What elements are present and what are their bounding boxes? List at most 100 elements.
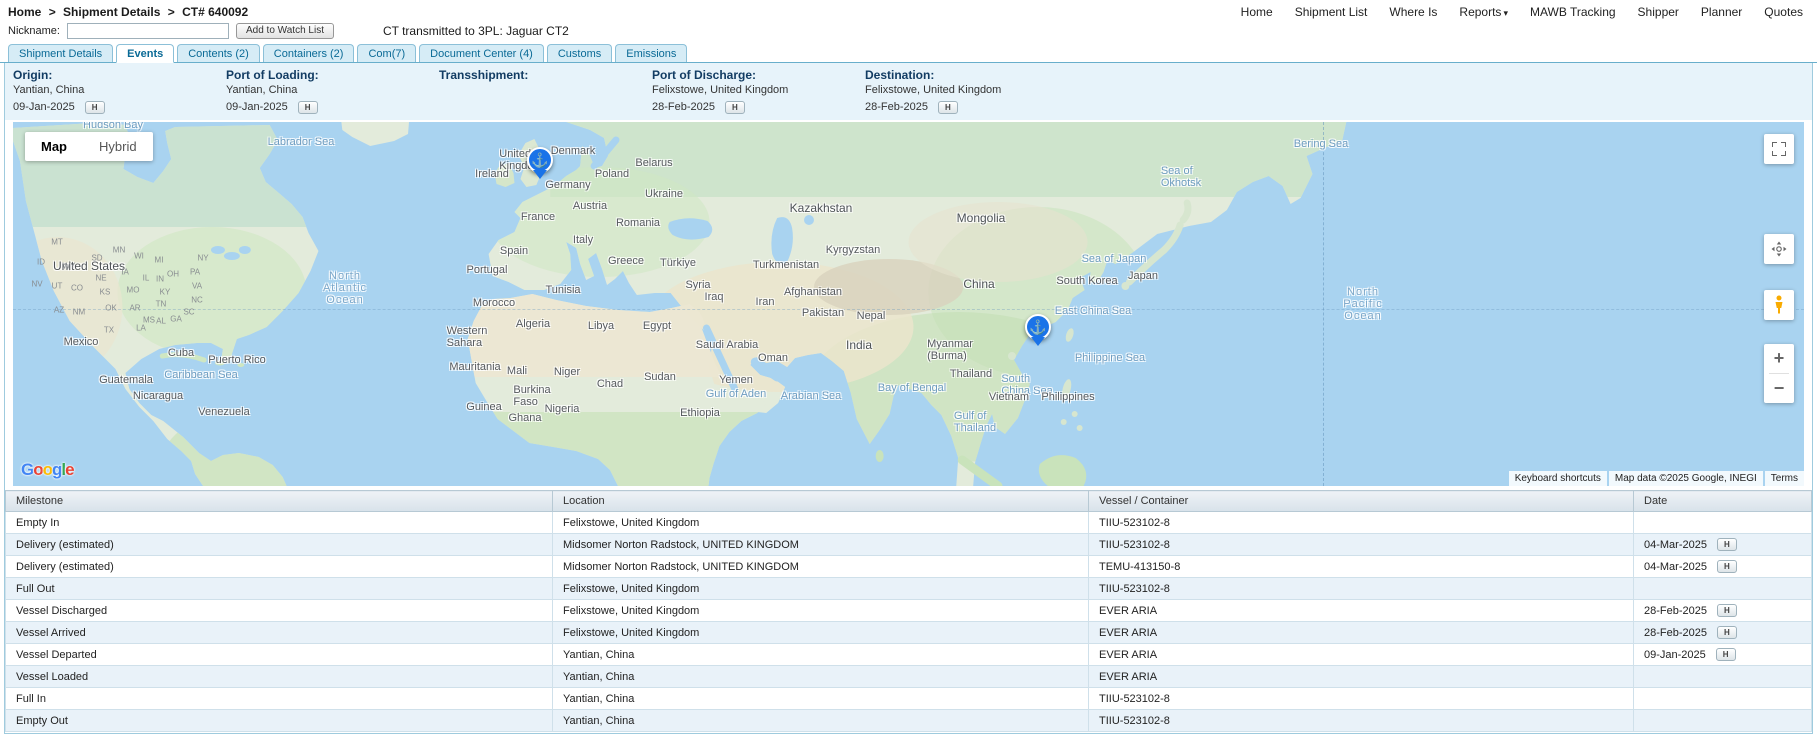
route-field-label: Destination: <box>865 68 1078 83</box>
toolbar: Nickname: Add to Watch List CT transmitt… <box>0 20 1817 41</box>
route-field-date: 28-Feb-2025 H <box>865 99 1078 116</box>
top-nav: Home Shipment List Where Is Reports▾ MAWB Tr… <box>1241 5 1803 19</box>
cell-location: Yantian, China <box>553 666 1089 688</box>
fullscreen-button[interactable] <box>1764 134 1794 164</box>
cell-date: 28-Feb-2025 H <box>1634 600 1812 622</box>
tab-emissions[interactable]: Emissions <box>615 44 687 62</box>
breadcrumb-separator: > <box>49 5 56 19</box>
nav-where-is[interactable]: Where Is <box>1389 5 1437 19</box>
route-date-value: 09-Jan-2025 <box>226 99 288 116</box>
nickname-label: Nickname: <box>8 25 60 37</box>
cell-vessel-container: TEMU-413150-8 <box>1089 556 1634 578</box>
map-type-map[interactable]: Map <box>25 132 83 161</box>
history-button[interactable]: H <box>1717 538 1737 551</box>
world-map-graphic <box>13 122 1804 486</box>
ct-transmitted-text: CT transmitted to 3PL: Jaguar CT2 <box>383 24 569 38</box>
keyboard-shortcuts-link[interactable]: Keyboard shortcuts <box>1509 471 1607 486</box>
cell-date <box>1634 512 1812 534</box>
street-view-pegman[interactable] <box>1764 290 1794 320</box>
pan-control[interactable] <box>1764 234 1794 264</box>
nickname-input[interactable] <box>67 23 229 39</box>
column-header-date: Date <box>1634 491 1812 512</box>
route-field-date: 09-Jan-2025H <box>13 99 226 116</box>
tab-contents-2[interactable]: Contents (2) <box>177 44 260 62</box>
map-canvas[interactable]: Hudson BayLabrador SeaBering SeaSea of O… <box>13 122 1804 486</box>
history-button[interactable]: H <box>725 101 745 114</box>
cell-date <box>1634 688 1812 710</box>
history-button[interactable]: H <box>85 101 105 114</box>
breadcrumb-home[interactable]: Home <box>8 5 41 19</box>
map-graticule-line <box>1323 122 1324 486</box>
table-row: Vessel DepartedYantian, ChinaEVER ARIA09… <box>6 644 1812 666</box>
breadcrumb-shipment-details[interactable]: Shipment Details <box>63 5 160 19</box>
dropdown-caret-icon: ▾ <box>1503 8 1508 18</box>
cell-vessel-container: TIIU-523102-8 <box>1089 710 1634 732</box>
event-date-value: 04-Mar-2025 <box>1644 561 1707 573</box>
nav-quotes[interactable]: Quotes <box>1764 5 1803 19</box>
main-panel: Origin:Yantian, China09-Jan-2025HPort of… <box>4 63 1813 734</box>
tab-customs[interactable]: Customs <box>547 44 612 62</box>
table-row: Full InYantian, ChinaTIIU-523102-8 <box>6 688 1812 710</box>
tab-com-7[interactable]: Com(7) <box>357 44 416 62</box>
cell-date: 09-Jan-2025 H <box>1634 644 1812 666</box>
event-date-value: 09-Jan-2025 <box>1644 649 1706 661</box>
events-table-header: MilestoneLocationVessel / ContainerDate <box>6 491 1812 512</box>
table-row: Delivery (estimated)Midsomer Norton Rads… <box>6 556 1812 578</box>
history-button[interactable]: H <box>938 101 958 114</box>
cell-vessel-container: TIIU-523102-8 <box>1089 578 1634 600</box>
cell-vessel-container: TIIU-523102-8 <box>1089 688 1634 710</box>
nav-shipment-list[interactable]: Shipment List <box>1295 5 1368 19</box>
history-button[interactable]: H <box>1717 626 1737 639</box>
map-type-control: MapHybrid <box>25 132 153 161</box>
route-field-transshipment: Transshipment: <box>439 68 652 116</box>
nav-shipper[interactable]: Shipper <box>1638 5 1679 19</box>
zoom-in-button[interactable]: + <box>1764 344 1794 373</box>
route-field-value: Yantian, China <box>226 83 439 97</box>
history-button[interactable]: H <box>1717 604 1737 617</box>
route-field-value: Yantian, China <box>13 83 226 97</box>
cell-date <box>1634 578 1812 600</box>
history-button[interactable]: H <box>1716 648 1736 661</box>
uk-port-marker[interactable]: ⚓ <box>527 147 553 173</box>
map-type-hybrid[interactable]: Hybrid <box>83 132 153 161</box>
cell-location: Yantian, China <box>553 710 1089 732</box>
breadcrumb: Home > Shipment Details > CT# 640092 <box>8 5 248 19</box>
zoom-out-button[interactable]: − <box>1764 374 1794 403</box>
event-date-value: 28-Feb-2025 <box>1644 605 1707 617</box>
route-field-origin: Origin:Yantian, China09-Jan-2025H <box>13 68 226 116</box>
tab-events[interactable]: Events <box>116 44 174 63</box>
add-to-watch-list-button[interactable]: Add to Watch List <box>236 23 334 39</box>
nav-home[interactable]: Home <box>1241 5 1273 19</box>
cell-milestone: Vessel Arrived <box>6 622 553 644</box>
tab-shipment-details[interactable]: Shipment Details <box>8 44 113 62</box>
column-header-milestone: Milestone <box>6 491 553 512</box>
nav-reports[interactable]: Reports▾ <box>1459 5 1508 19</box>
history-button[interactable]: H <box>1717 560 1737 573</box>
route-field-label: Port of Loading: <box>226 68 439 83</box>
cell-location: Midsomer Norton Radstock, UNITED KINGDOM <box>553 556 1089 578</box>
cell-milestone: Delivery (estimated) <box>6 556 553 578</box>
cell-date: 04-Mar-2025 H <box>1634 556 1812 578</box>
tab-containers-2[interactable]: Containers (2) <box>263 44 355 62</box>
table-row: Vessel DischargedFelixstowe, United King… <box>6 600 1812 622</box>
tab-document-center-4[interactable]: Document Center (4) <box>419 44 544 62</box>
table-row: Empty OutYantian, ChinaTIIU-523102-8 <box>6 710 1812 732</box>
event-date-value: 04-Mar-2025 <box>1644 539 1707 551</box>
cell-milestone: Vessel Departed <box>6 644 553 666</box>
cell-vessel-container: TIIU-523102-8 <box>1089 512 1634 534</box>
cell-milestone: Full Out <box>6 578 553 600</box>
china-port-marker[interactable]: ⚓ <box>1025 314 1051 340</box>
route-field-value: Felixstowe, United Kingdom <box>652 83 865 97</box>
terms-link[interactable]: Terms <box>1765 471 1804 486</box>
events-table: MilestoneLocationVessel / ContainerDate … <box>5 490 1812 732</box>
history-button[interactable]: H <box>298 101 318 114</box>
google-logo[interactable]: Google <box>21 460 74 480</box>
map-attribution: Keyboard shortcuts Map data ©2025 Google… <box>1509 471 1804 486</box>
nav-planner[interactable]: Planner <box>1701 5 1742 19</box>
top-bar: Home > Shipment Details > CT# 640092 Hom… <box>0 0 1817 20</box>
nav-mawb-tracking[interactable]: MAWB Tracking <box>1530 5 1616 19</box>
cell-date: 28-Feb-2025H <box>1634 622 1812 644</box>
cell-location: Midsomer Norton Radstock, UNITED KINGDOM <box>553 534 1089 556</box>
cell-vessel-container: EVER ARIA <box>1089 600 1634 622</box>
route-date-value: 28-Feb-2025 <box>865 99 928 116</box>
